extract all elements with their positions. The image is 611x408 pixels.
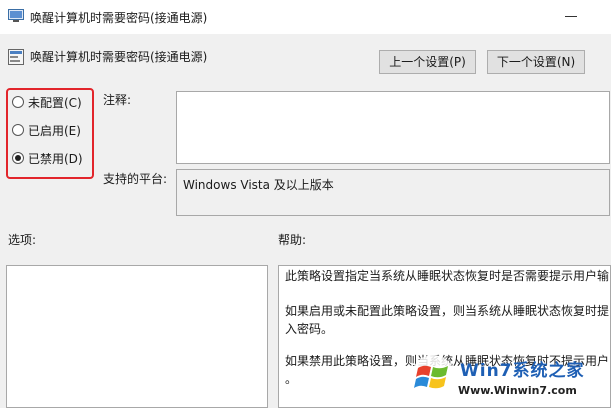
policy-setting-icon (8, 49, 24, 65)
radio-enabled-label: 已启用(E) (28, 123, 81, 138)
help-text-line: 如果启用或未配置此策略设置，则当系统从睡眠状态恢复时提 (285, 304, 610, 318)
platform-value: Windows Vista 及以上版本 (183, 178, 334, 192)
previous-setting-button[interactable]: 上一个设置(P) (379, 50, 476, 74)
radio-disabled-label: 已禁用(D) (28, 151, 83, 166)
options-label: 选项: (8, 233, 37, 247)
help-text-line: 入密码。 (285, 322, 334, 336)
radio-not-configured-label: 未配置(C) (28, 95, 82, 110)
window-title: 唤醒计算机时需要密码(接通电源) (30, 11, 208, 25)
platform-label: 支持的平台: (103, 172, 168, 186)
help-text-line: 。 (285, 372, 298, 386)
title-bar: 唤醒计算机时需要密码(接通电源) (0, 0, 611, 34)
minimize-button[interactable] (565, 16, 577, 17)
watermark-url: Www.Winwin7.com (458, 384, 577, 397)
radio-disabled[interactable]: 已禁用(D) (12, 149, 83, 167)
windows-logo-icon (410, 354, 456, 400)
help-label: 帮助: (278, 233, 307, 247)
radio-disabled-circle[interactable] (12, 152, 24, 164)
platform-field: Windows Vista 及以上版本 (176, 169, 610, 216)
comment-label: 注释: (103, 93, 132, 107)
site-watermark: Win7系统之家 Www.Winwin7.com (410, 354, 610, 408)
policy-window-icon (8, 9, 24, 23)
options-panel[interactable] (6, 265, 268, 408)
policy-name: 唤醒计算机时需要密码(接通电源) (30, 50, 208, 64)
radio-not-configured-circle[interactable] (12, 96, 24, 108)
radio-not-configured[interactable]: 未配置(C) (12, 93, 82, 111)
comment-textarea[interactable] (176, 91, 610, 164)
next-setting-button[interactable]: 下一个设置(N) (487, 50, 585, 74)
watermark-brand: Win7系统之家 (460, 361, 585, 381)
radio-enabled-circle[interactable] (12, 124, 24, 136)
help-text-line: 此策略设置指定当系统从睡眠状态恢复时是否需要提示用户输 (285, 269, 610, 283)
radio-enabled[interactable]: 已启用(E) (12, 121, 81, 139)
